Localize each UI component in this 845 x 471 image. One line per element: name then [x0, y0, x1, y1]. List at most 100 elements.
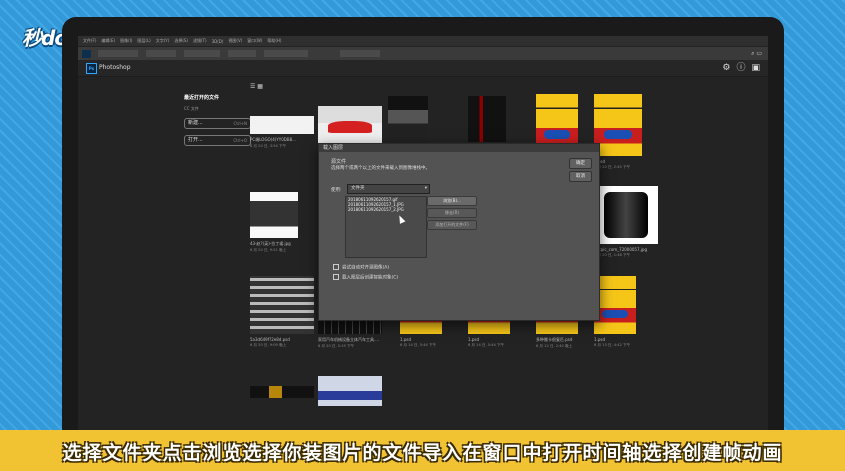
menu-filter[interactable]: 滤镜(T): [193, 38, 207, 44]
file-thumbnail: [250, 386, 314, 398]
file-tile[interactable]: [318, 106, 382, 144]
file-name: 家用汽车机械设备立体汽车工具....: [318, 337, 380, 342]
file-date: 6 月 14 日, 5:44 下午: [400, 343, 437, 347]
chevron-down-icon: ▾: [424, 186, 427, 191]
photoshop-window: 文件(F) 编辑(E) 图像(I) 图层(L) 文字(Y) 选择(S) 滤镜(T…: [78, 36, 768, 430]
file-thumbnail: [318, 106, 382, 144]
open-shortcut: Ctrl+O: [233, 138, 247, 143]
smart-object-checkbox[interactable]: 载入图层后创建智能对象(C): [333, 274, 398, 281]
open-button-label: 打开...: [188, 137, 203, 143]
file-thumbnail: [468, 96, 506, 142]
option-field[interactable]: [340, 50, 380, 57]
list-item[interactable]: 20180611092620157_2.JPG: [346, 207, 426, 212]
photoshop-logo-icon: Ps: [86, 63, 97, 74]
file-thumbnail: [594, 276, 636, 334]
file-name: PC端LOGO(4)YY0DB8...: [250, 137, 296, 142]
file-tile[interactable]: [318, 376, 382, 406]
menu-layer[interactable]: 图层(L): [137, 38, 150, 44]
menu-window[interactable]: 窗口(W): [247, 38, 262, 44]
option-field[interactable]: [146, 50, 176, 57]
auto-align-checkbox[interactable]: 尝试自动对齐源图像(A): [333, 264, 389, 271]
recent-files-title: 最近打开的文件: [184, 95, 220, 101]
use-select-value: 文件夹: [351, 186, 365, 191]
auto-align-label: 尝试自动对齐源图像(A): [342, 265, 390, 271]
menu-3d[interactable]: 3D(D): [212, 39, 224, 44]
file-date: 6 月 20 日, 9:51 晚上: [250, 248, 287, 252]
add-open-files-button[interactable]: 添加打开的文件(F): [427, 220, 477, 230]
file-thumbnail: [594, 186, 658, 244]
load-layers-dialog: 载入图层 源文件 选择两个或两个以上的文件来载入到图像堆栈中。 确定 取消 使用…: [318, 143, 600, 321]
file-name: 多种搬卡很复匹.psd: [536, 337, 573, 342]
menu-type[interactable]: 文字(Y): [156, 38, 170, 44]
menu-file[interactable]: 文件(F): [83, 38, 96, 44]
menu-select[interactable]: 选择(S): [174, 38, 188, 44]
menu-view[interactable]: 视图(V): [228, 38, 242, 44]
file-tile[interactable]: [468, 96, 506, 142]
file-name: 1.psd: [594, 159, 642, 164]
file-thumbnail: [250, 276, 314, 334]
subtitle-caption: 选择文件夹点击浏览选择你装图片的文件导入在窗口中打开时间轴选择创建帧动画: [62, 442, 783, 464]
file-date: 6 月 12 日, 2:40 晚上: [536, 344, 573, 348]
option-field[interactable]: [264, 50, 308, 57]
new-button-label: 新建...: [188, 120, 203, 126]
file-thumbnail: [594, 94, 642, 156]
file-name: 5a3d649f?2e8d.psd: [250, 337, 290, 342]
checkbox-box: [333, 274, 339, 280]
cloud-icon[interactable]: ▣: [751, 62, 760, 74]
browse-button[interactable]: 浏览(B)...: [427, 196, 477, 206]
file-date: 6 月 20 日, 1:48 下午: [594, 253, 631, 257]
source-files-heading: 源文件: [331, 159, 347, 165]
menu-bar: 文件(F) 编辑(E) 图像(I) 图层(L) 文字(Y) 选择(S) 滤镜(T…: [78, 36, 768, 46]
new-button[interactable]: 新建... Ctrl+N: [184, 118, 251, 129]
file-tile[interactable]: 5a3d649f?2e8d.psd 6 月 20 日, 9:09 晚上: [250, 276, 314, 348]
view-toggle[interactable]: ☰ ▦: [250, 83, 263, 90]
dialog-instruction: 选择两个或两个以上的文件来载入到图像堆栈中。: [331, 166, 430, 171]
menu-image[interactable]: 图像(I): [120, 38, 132, 44]
file-tile[interactable]: 43-赵?(英)-拉丁裙.jpg 6 月 20 日, 9:51 晚上: [250, 192, 298, 253]
checkbox-box: [333, 264, 339, 270]
options-bar: ⌕ ▭: [78, 46, 768, 61]
gear-icon[interactable]: ⚙: [722, 62, 730, 74]
cancel-button[interactable]: 取消: [569, 171, 592, 182]
option-field[interactable]: [98, 50, 138, 57]
remove-button[interactable]: 移去(R): [427, 208, 477, 218]
file-tile[interactable]: ?ocpic_com_72000057.jpg 6 月 20 日, 1:48 下…: [594, 186, 658, 258]
file-date: 6 月 13 日, 4:42 下午: [594, 343, 631, 347]
menu-edit[interactable]: 编辑(E): [101, 38, 115, 44]
file-list[interactable]: 20180611092620157.gif 20180611092620157_…: [345, 196, 427, 258]
use-select[interactable]: 文件夹 ▾: [347, 184, 430, 194]
file-date: 6 月 14 日, 5:44 下午: [468, 343, 505, 347]
app-header: Ps Photoshop ⚙ ⓘ ▣: [78, 60, 768, 77]
file-tile[interactable]: 1.psd 6 月 13 日, 4:42 下午: [594, 276, 636, 348]
file-name: 1.psd: [468, 337, 479, 342]
file-name: 1.psd: [400, 337, 411, 342]
file-date: 6 月 20 日, 3:54 下午: [250, 144, 287, 148]
tool-icon[interactable]: [82, 50, 91, 58]
file-tile[interactable]: PC端LOGO(4)YY0DB8... 6 月 20 日, 3:54 下午: [250, 116, 314, 149]
option-field[interactable]: [228, 50, 256, 57]
file-name: 43-赵?(英)-拉丁裙.jpg: [250, 241, 291, 246]
file-thumbnail: [318, 376, 382, 406]
file-tile[interactable]: 1.psd 6 月 20 日, 2:45 下午: [594, 94, 642, 170]
ok-button[interactable]: 确定: [569, 158, 592, 169]
dialog-title[interactable]: 载入图层: [319, 144, 599, 152]
cc-files-link[interactable]: CC 文件: [184, 106, 264, 112]
file-tile[interactable]: [388, 96, 428, 142]
file-name: ?ocpic_com_72000057.jpg: [594, 247, 647, 252]
use-label: 使用:: [331, 188, 342, 193]
open-button[interactable]: 打开... Ctrl+O: [184, 135, 251, 146]
menu-help[interactable]: 帮助(H): [267, 38, 281, 44]
file-date: 6 月 20 日, 2:45 下午: [594, 165, 631, 169]
app-title: Photoshop: [99, 64, 131, 71]
file-name: 1.psd: [594, 337, 605, 342]
help-icon[interactable]: ⓘ: [736, 62, 745, 74]
option-field[interactable]: [184, 50, 220, 57]
file-thumbnail: [250, 116, 314, 134]
file-date: 6 月 20 日, 5:19 下午: [318, 344, 355, 348]
new-shortcut: Ctrl+N: [233, 121, 247, 126]
workspace-icons[interactable]: ⌕ ▭: [751, 50, 762, 58]
file-tile[interactable]: [250, 386, 314, 398]
file-date: 6 月 20 日, 9:09 晚上: [250, 343, 287, 347]
file-thumbnail: [250, 192, 298, 238]
smart-object-label: 载入图层后创建智能对象(C): [342, 275, 399, 281]
